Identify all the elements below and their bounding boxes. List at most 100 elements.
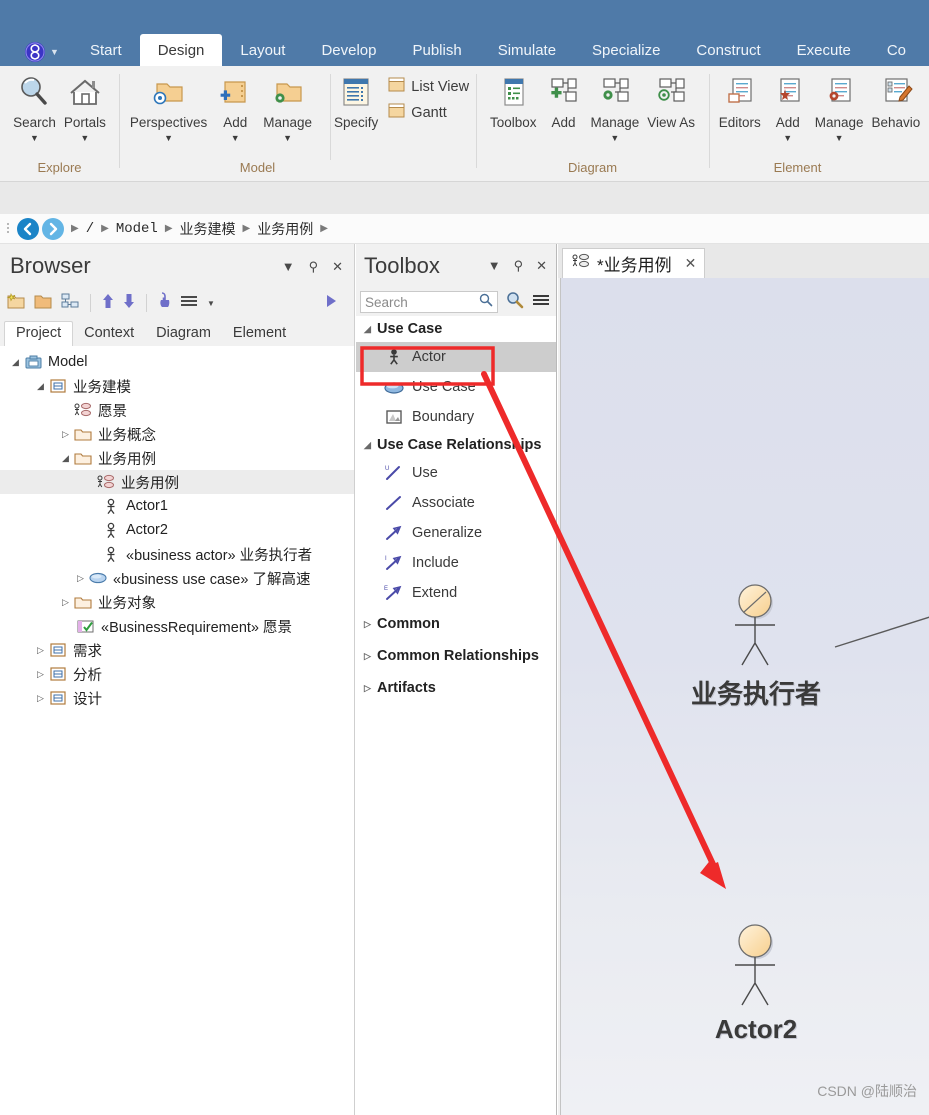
- twisty-closed-icon[interactable]: ▷: [33, 645, 48, 656]
- toolbox-item-include[interactable]: I Include: [356, 548, 556, 578]
- ribbon-button-portals[interactable]: Portals ▼: [60, 72, 110, 143]
- close-icon[interactable]: ✕: [536, 258, 547, 274]
- chevron-down-icon[interactable]: ▼: [231, 134, 240, 143]
- tree-item-requirements[interactable]: ▷ 需求: [0, 638, 354, 662]
- browser-tab-element[interactable]: Element: [222, 322, 297, 346]
- tree-item-business-requirement[interactable]: «BusinessRequirement» 愿景: [0, 614, 354, 638]
- browser-tab-project[interactable]: Project: [4, 321, 74, 346]
- diagram-element-actor2[interactable]: Actor2: [715, 918, 797, 1044]
- back-arrow-icon[interactable]: [17, 217, 39, 240]
- chevron-down-icon[interactable]: ▼: [164, 134, 173, 143]
- ribbon-button-view-as[interactable]: View As: [643, 72, 699, 130]
- ribbon-tab-execute[interactable]: Execute: [779, 34, 869, 66]
- magnifier-icon[interactable]: [479, 293, 493, 312]
- twisty-open-icon[interactable]: ◢: [58, 453, 73, 464]
- close-icon[interactable]: ✕: [332, 260, 343, 273]
- twisty-closed-icon[interactable]: ▷: [33, 669, 48, 680]
- ribbon-tab-layout[interactable]: Layout: [222, 34, 303, 66]
- toolbox-item-use-case[interactable]: Use Case: [356, 372, 556, 402]
- tree-item-business-modeling[interactable]: ◢ 业务建模: [0, 374, 354, 398]
- forward-arrow-icon[interactable]: [42, 217, 64, 240]
- tree-item-business-concept[interactable]: ▷ 业务概念: [0, 422, 354, 446]
- twisty-closed-icon[interactable]: ▷: [58, 597, 73, 608]
- tree-item-business-use-case[interactable]: ▷ «business use case» 了解高速: [0, 566, 354, 590]
- pin-icon[interactable]: ⚲: [514, 258, 524, 274]
- move-down-icon[interactable]: [122, 292, 136, 315]
- tree-item-business-use-case-package[interactable]: ◢ 业务用例: [0, 446, 354, 470]
- ribbon-tab-publish[interactable]: Publish: [394, 34, 479, 66]
- new-package-icon[interactable]: [6, 292, 26, 315]
- toolbox-item-boundary[interactable]: Boundary: [356, 402, 556, 432]
- twisty-open-icon[interactable]: ◢: [8, 357, 23, 368]
- tree-item-actor1[interactable]: Actor1: [0, 494, 354, 518]
- ribbon-button-toolbox[interactable]: Toolbox: [486, 72, 541, 130]
- breadcrumb-item-business-modeling[interactable]: 业务建模: [180, 219, 236, 239]
- chevron-down-icon[interactable]: ▼: [80, 134, 89, 143]
- ribbon-button-manage[interactable]: Manage ▼: [259, 72, 316, 143]
- select-pointer-icon[interactable]: [157, 291, 173, 315]
- breadcrumb-item-business-use-case[interactable]: 业务用例: [257, 219, 313, 239]
- chevron-down-icon[interactable]: ▼: [835, 134, 844, 143]
- ribbon-button-diagram-manage[interactable]: Manage ▼: [586, 72, 643, 143]
- ribbon-tab-start[interactable]: Start: [72, 34, 140, 66]
- toolbox-item-use[interactable]: U Use: [356, 458, 556, 488]
- ribbon-button-add[interactable]: Add ▼: [211, 72, 259, 143]
- toolbox-item-associate[interactable]: Associate: [356, 488, 556, 518]
- ribbon-button-perspectives[interactable]: Perspectives ▼: [126, 72, 211, 143]
- tree-item-business-object[interactable]: ▷ 业务对象: [0, 590, 354, 614]
- browser-tab-context[interactable]: Context: [73, 322, 145, 346]
- toolbox-group-use-case-relationships[interactable]: ◢ Use Case Relationships: [356, 432, 556, 458]
- twisty-open-icon[interactable]: ◢: [364, 324, 377, 335]
- play-arrow-icon[interactable]: [324, 293, 354, 314]
- chevron-down-icon[interactable]: ▼: [207, 299, 215, 308]
- enterprise-architect-logo-icon[interactable]: [24, 41, 46, 63]
- find-magnifier-icon[interactable]: [506, 291, 524, 314]
- model-views-icon[interactable]: [60, 292, 80, 315]
- ribbon-button-editors[interactable]: Editors: [715, 72, 765, 130]
- open-package-icon[interactable]: [33, 292, 53, 315]
- ribbon-button-list-view[interactable]: List View: [388, 77, 469, 97]
- move-up-icon[interactable]: [101, 292, 115, 315]
- ribbon-button-specify[interactable]: Specify: [330, 72, 382, 130]
- chevron-down-icon[interactable]: ▼: [488, 258, 501, 274]
- ribbon-tab-design[interactable]: Design: [139, 34, 223, 66]
- drag-grip-icon[interactable]: [4, 221, 14, 237]
- toolbox-item-extend[interactable]: E Extend: [356, 578, 556, 608]
- ribbon-button-diagram-add[interactable]: Add: [540, 72, 586, 130]
- twisty-closed-icon[interactable]: ▷: [364, 651, 377, 662]
- tree-item-business-use-case-diagram[interactable]: 业务用例: [0, 470, 354, 494]
- diagram-canvas[interactable]: 业务执行者 Actor2 CSDN @陆顺治: [560, 278, 929, 1115]
- toolbox-group-artifacts[interactable]: ▷ Artifacts: [356, 672, 556, 704]
- tree-item-model[interactable]: ◢ Model: [0, 350, 354, 374]
- twisty-closed-icon[interactable]: ▷: [58, 429, 73, 440]
- ribbon-tab-simulate[interactable]: Simulate: [480, 34, 574, 66]
- tree-item-analysis[interactable]: ▷ 分析: [0, 662, 354, 686]
- tree-item-business-actor[interactable]: «business actor» 业务执行者: [0, 542, 354, 566]
- twisty-closed-icon[interactable]: ▷: [364, 619, 377, 630]
- toolbox-item-generalize[interactable]: Generalize: [356, 518, 556, 548]
- diagram-tab-business-use-case[interactable]: *业务用例 ✕: [562, 248, 706, 278]
- toolbox-item-actor[interactable]: Actor: [356, 342, 556, 372]
- toolbox-group-use-case[interactable]: ◢ Use Case: [356, 316, 556, 342]
- toolbox-group-common[interactable]: ▷ Common: [356, 608, 556, 640]
- twisty-closed-icon[interactable]: ▷: [33, 693, 48, 704]
- logo-dropdown-caret-icon[interactable]: ▼: [50, 48, 59, 57]
- hamburger-icon[interactable]: [532, 293, 550, 312]
- toolbox-group-common-relationships[interactable]: ▷ Common Relationships: [356, 640, 556, 672]
- ribbon-button-element-manage[interactable]: Manage ▼: [811, 72, 868, 143]
- breadcrumb-item-root[interactable]: /: [86, 221, 94, 237]
- breadcrumb-item-model[interactable]: Model: [116, 221, 158, 237]
- pin-icon[interactable]: ⚲: [309, 260, 319, 273]
- toolbox-search-input[interactable]: Search: [360, 291, 498, 313]
- tree-item-actor2[interactable]: Actor2: [0, 518, 354, 542]
- tree-item-vision-diagram[interactable]: 愿景: [0, 398, 354, 422]
- chevron-down-icon[interactable]: ▼: [282, 260, 295, 273]
- chevron-down-icon[interactable]: ▼: [783, 134, 792, 143]
- diagram-element-business-actor[interactable]: 业务执行者: [691, 578, 821, 709]
- twisty-closed-icon[interactable]: ▷: [73, 573, 88, 584]
- menu-lines-icon[interactable]: [180, 293, 200, 314]
- browser-tab-diagram[interactable]: Diagram: [145, 322, 222, 346]
- ribbon-tab-configure[interactable]: Co: [869, 34, 924, 66]
- chevron-down-icon[interactable]: ▼: [283, 134, 292, 143]
- ribbon-tab-develop[interactable]: Develop: [303, 34, 394, 66]
